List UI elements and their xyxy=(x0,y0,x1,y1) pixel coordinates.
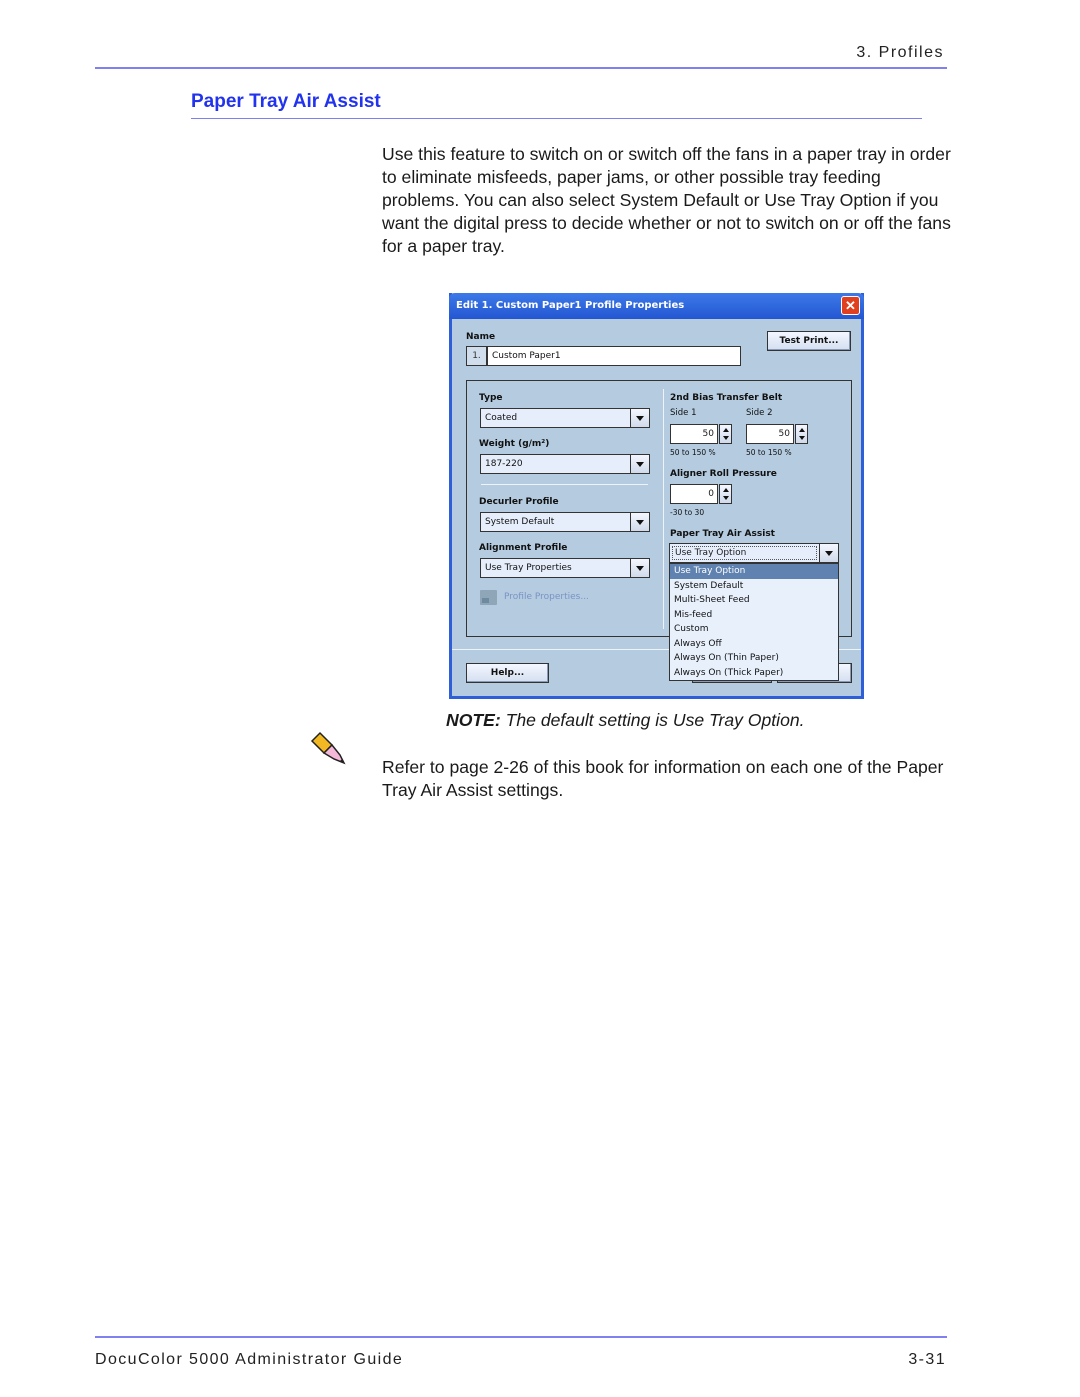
dropdown-option-multi-sheet-feed[interactable]: Multi-Sheet Feed xyxy=(670,593,838,608)
dropdown-option-always-on-thin[interactable]: Always On (Thin Paper) xyxy=(670,651,838,666)
name-input[interactable]: Custom Paper1 xyxy=(487,346,741,366)
weight-value: 187-220 xyxy=(485,459,523,469)
refer-paragraph: Refer to page 2-26 of this book for info… xyxy=(382,757,944,800)
decurler-value: System Default xyxy=(485,517,555,527)
weight-select[interactable]: 187-220 xyxy=(480,454,650,474)
air-assist-select[interactable]: Use Tray Option xyxy=(669,543,839,563)
chevron-down-icon[interactable] xyxy=(819,544,838,562)
footer-rule xyxy=(95,1336,947,1338)
decurler-select[interactable]: System Default xyxy=(480,512,650,532)
type-label: Type xyxy=(479,393,503,403)
section-title: Paper Tray Air Assist xyxy=(191,91,381,112)
header-rule xyxy=(95,67,947,69)
dropdown-option-system-default[interactable]: System Default xyxy=(670,579,838,594)
bias-label: 2nd Bias Transfer Belt xyxy=(670,393,783,403)
alignment-select[interactable]: Use Tray Properties xyxy=(480,558,650,578)
name-number: 1. xyxy=(466,346,487,366)
type-select[interactable]: Coated xyxy=(480,408,650,428)
chevron-down-icon[interactable] xyxy=(630,513,649,531)
chevron-down-icon[interactable] xyxy=(630,455,649,473)
chevron-down-icon[interactable] xyxy=(630,559,649,577)
group-divider xyxy=(663,389,664,629)
spinner-arrows-icon[interactable] xyxy=(719,484,732,504)
chapter-header: 3. Profiles xyxy=(856,44,944,61)
air-assist-value: Use Tray Option xyxy=(672,546,817,560)
side1-range: 50 to 150 % xyxy=(670,448,716,457)
alignment-value: Use Tray Properties xyxy=(485,563,572,573)
dropdown-option-always-off[interactable]: Always Off xyxy=(670,637,838,652)
side2-value[interactable]: 50 xyxy=(746,424,794,444)
side2-range: 50 to 150 % xyxy=(746,448,792,457)
test-print-button[interactable]: Test Print... xyxy=(767,331,851,351)
page-number: 3-31 xyxy=(908,1351,946,1368)
dialog-titlebar[interactable]: Edit 1. Custom Paper1 Profile Properties… xyxy=(449,293,864,319)
weight-label: Weight (g/m²) xyxy=(479,439,550,449)
divider xyxy=(481,484,648,485)
profile-properties-label: Profile Properties... xyxy=(504,592,589,602)
profile-properties-dialog: Edit 1. Custom Paper1 Profile Properties… xyxy=(449,293,864,699)
chevron-down-icon[interactable] xyxy=(630,409,649,427)
help-button[interactable]: Help... xyxy=(466,663,549,683)
dropdown-option-use-tray-option[interactable]: Use Tray Option xyxy=(670,564,838,579)
alignment-label: Alignment Profile xyxy=(479,543,568,553)
aligner-value[interactable]: 0 xyxy=(670,484,718,504)
dropdown-option-always-on-thick[interactable]: Always On (Thick Paper) xyxy=(670,666,838,681)
spinner-arrows-icon[interactable] xyxy=(719,424,732,444)
aligner-range: -30 to 30 xyxy=(670,508,705,517)
air-assist-dropdown-list: Use Tray Option System Default Multi-She… xyxy=(669,563,839,681)
dropdown-option-mis-feed[interactable]: Mis-feed xyxy=(670,608,838,623)
profile-properties-icon xyxy=(480,590,497,605)
spinner-arrows-icon[interactable] xyxy=(795,424,808,444)
side1-label: Side 1 xyxy=(670,408,697,418)
note-text: NOTE: The default setting is Use Tray Op… xyxy=(446,710,805,731)
side1-value[interactable]: 50 xyxy=(670,424,718,444)
close-icon[interactable]: ✕ xyxy=(841,296,860,315)
footer-title: DocuColor 5000 Administrator Guide xyxy=(95,1351,404,1368)
dialog-title: Edit 1. Custom Paper1 Profile Properties xyxy=(456,300,685,311)
section-rule xyxy=(191,118,922,119)
intro-paragraph: Use this feature to switch on or switch … xyxy=(382,144,951,256)
type-value: Coated xyxy=(485,413,518,423)
side2-label: Side 2 xyxy=(746,408,773,418)
air-assist-label: Paper Tray Air Assist xyxy=(670,529,775,539)
note-prefix: NOTE: xyxy=(446,710,501,730)
dropdown-option-custom[interactable]: Custom xyxy=(670,622,838,637)
decurler-label: Decurler Profile xyxy=(479,497,559,507)
note-body: The default setting is Use Tray Option. xyxy=(500,710,805,730)
aligner-label: Aligner Roll Pressure xyxy=(670,469,777,479)
name-label: Name xyxy=(466,332,496,342)
pencil-note-icon xyxy=(310,731,346,765)
